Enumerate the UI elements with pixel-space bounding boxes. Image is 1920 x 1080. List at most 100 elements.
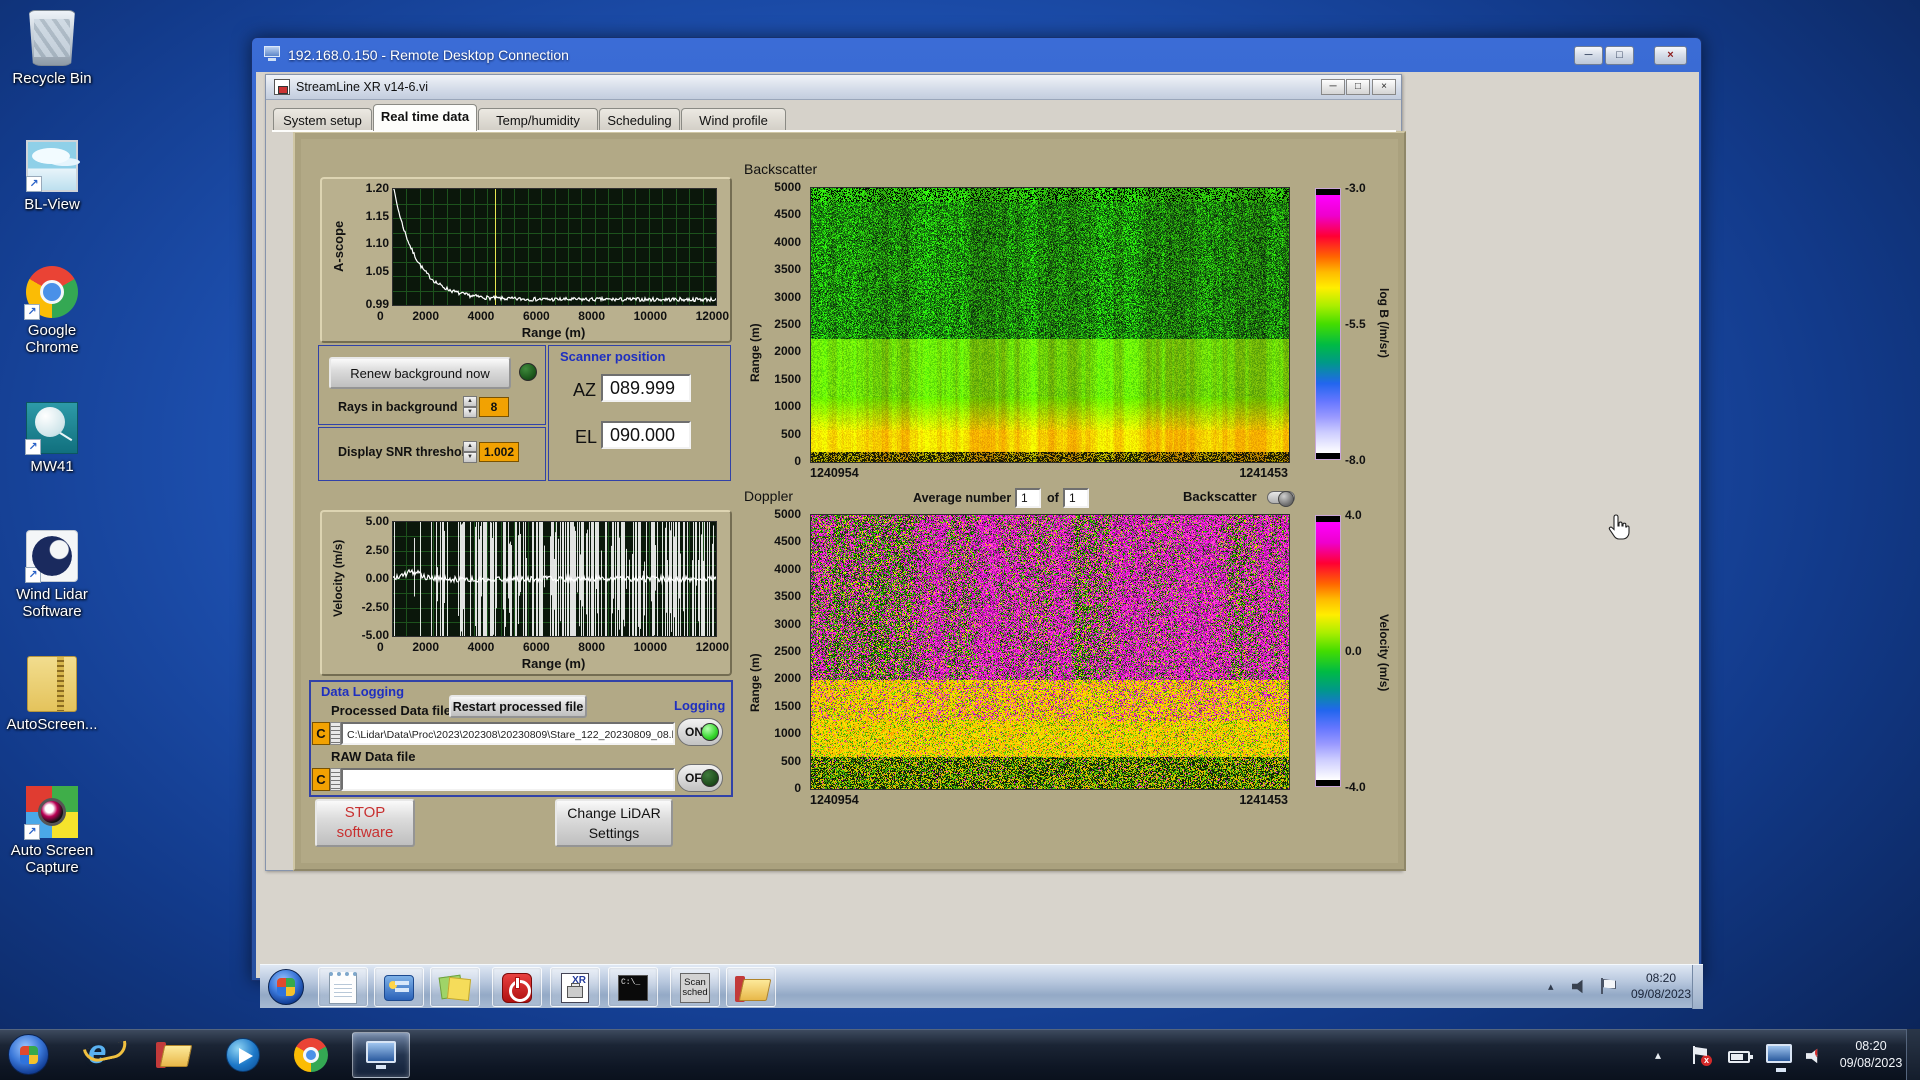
rays-in-background-label: Rays in background <box>338 400 458 414</box>
desktop-icon-wind-lidar[interactable]: ↗ Wind Lidar Software <box>0 530 104 620</box>
spinner-up-icon[interactable]: ▲ <box>463 441 477 452</box>
backscatter-y-axis-label: Range (m) <box>748 323 762 383</box>
taskbar-rdp-button-active[interactable] <box>352 1032 410 1078</box>
doppler-heatmap[interactable] <box>810 514 1290 790</box>
taskbar-media-player-icon[interactable] <box>226 1038 260 1072</box>
backscatter-colorbar-ticks: -3.0 -5.5 -8.0 <box>1345 181 1379 467</box>
rdp-minimize-button[interactable]: ─ <box>1574 46 1603 65</box>
tick-label: 0 <box>377 309 384 323</box>
tab-real-time-data[interactable]: Real time data <box>373 104 477 131</box>
raw-logging-off-switch[interactable]: OFF <box>677 764 723 792</box>
raw-path-field[interactable] <box>341 768 675 791</box>
tick-label: 1500 <box>774 371 801 386</box>
streamline-maximize-button[interactable]: □ <box>1346 79 1370 95</box>
ascope-plot[interactable] <box>392 188 717 306</box>
average-number-value[interactable]: 1 <box>1015 488 1041 508</box>
tab-system-setup[interactable]: System setup <box>273 108 372 131</box>
tray-clock[interactable]: 08:20 09/08/2023 <box>1838 1038 1904 1072</box>
wind-lidar-icon: ↗ <box>25 530 78 583</box>
restart-processed-file-button[interactable]: Restart processed file <box>449 695 587 718</box>
tick-label: 12000 <box>695 309 729 323</box>
remote-task-notepad[interactable] <box>318 967 368 1007</box>
desktop-icon-bl-view[interactable]: ↗ BL-View <box>0 140 104 213</box>
start-button[interactable] <box>8 1034 49 1075</box>
snr-value[interactable]: 1.002 <box>479 442 519 462</box>
remote-task-folder[interactable] <box>726 967 776 1007</box>
doppler-y-axis-label: Range (m) <box>748 653 762 713</box>
notepad-icon <box>329 972 357 1004</box>
desktop-icon-mw41[interactable]: ↗ MW41 <box>0 402 104 475</box>
cmd-icon: C:\_ <box>618 975 648 1001</box>
tick-label: 0 <box>794 780 801 795</box>
tray-expand-icon[interactable]: ▴ <box>1655 1048 1661 1062</box>
tray-battery-icon[interactable] <box>1728 1051 1753 1063</box>
show-desktop-button[interactable] <box>1906 1029 1920 1080</box>
shortcut-arrow-icon: ↗ <box>24 304 40 320</box>
spinner-down-icon[interactable]: ▼ <box>463 407 477 418</box>
processed-logging-on-switch[interactable]: ON <box>677 718 723 746</box>
labview-vi-icon <box>274 79 290 95</box>
spinner-down-icon[interactable]: ▼ <box>463 452 477 463</box>
shortcut-arrow-icon: ↗ <box>25 439 41 455</box>
tray-action-center-icon[interactable]: x <box>1692 1046 1712 1066</box>
streamline-minimize-button[interactable]: ─ <box>1321 79 1345 95</box>
icon-label: BL-View <box>24 196 80 213</box>
stop-software-button[interactable]: STOP software <box>315 799 415 847</box>
rays-spinner[interactable]: ▲ ▼ <box>463 396 477 418</box>
icon-label: Recycle Bin <box>12 70 92 87</box>
remote-task-sticky-notes[interactable] <box>430 967 480 1007</box>
remote-show-desktop-button[interactable] <box>1692 965 1703 1009</box>
remote-start-button[interactable] <box>268 969 304 1005</box>
raw-drive-box[interactable]: C <box>312 768 330 791</box>
tray-network-icon[interactable] <box>1766 1044 1792 1072</box>
desktop-icon-google-chrome[interactable]: ↗ Google Chrome <box>0 266 104 356</box>
processed-browse-icon[interactable] <box>330 722 341 745</box>
streamline-titlebar[interactable]: StreamLine XR v14-6.vi ─ □ × <box>266 75 1401 100</box>
tick-label: -8.0 <box>1345 453 1366 467</box>
remote-tray-action-center-icon[interactable] <box>1600 978 1615 994</box>
ascope-y-ticks: 1.20 1.15 1.10 1.05 0.99 <box>353 181 389 311</box>
power-icon <box>502 973 532 1003</box>
change-lidar-settings-button[interactable]: Change LiDAR Settings <box>555 799 673 847</box>
backscatter-heatmap[interactable] <box>810 187 1290 463</box>
remote-task-control-panel[interactable] <box>374 967 424 1007</box>
processed-drive-box[interactable]: C <box>312 722 330 745</box>
taskbar-internet-explorer-icon[interactable]: e <box>88 1033 106 1071</box>
desktop-icon-auto-screen-capture[interactable]: ↗ Auto Screen Capture <box>0 786 104 876</box>
taskbar-chrome-icon[interactable] <box>294 1038 328 1072</box>
remote-task-scan-scheduler[interactable]: Scan sched <box>670 967 720 1007</box>
icon-label: Google Chrome <box>25 322 79 356</box>
average-total-value[interactable]: 1 <box>1063 488 1089 508</box>
velocity-plot[interactable] <box>392 521 717 637</box>
tab-temp-humidity[interactable]: Temp/humidity <box>478 108 598 131</box>
remote-task-command-prompt[interactable]: C:\_ <box>608 967 658 1007</box>
az-value-field[interactable]: 089.999 <box>601 374 691 402</box>
remote-tray-clock[interactable]: 08:20 09/08/2023 <box>1622 970 1700 1002</box>
tick-label: 2500 <box>774 316 801 331</box>
backscatter-toggle-switch[interactable] <box>1267 491 1295 507</box>
el-value-field[interactable]: 090.000 <box>601 421 691 449</box>
clock-date: 09/08/2023 <box>1839 1056 1903 1070</box>
streamline-close-button[interactable]: × <box>1372 79 1396 95</box>
rays-value[interactable]: 8 <box>479 397 509 417</box>
tab-scheduling[interactable]: Scheduling <box>599 108 680 131</box>
remote-task-streamline-xr[interactable]: XR <box>550 967 600 1007</box>
processed-path-field[interactable]: C:\Lidar\Data\Proc\2023\202308\20230809\… <box>341 722 675 745</box>
remote-task-stop-app[interactable] <box>492 967 542 1007</box>
taskbar-explorer-icon[interactable] <box>156 1042 188 1068</box>
remote-tray-expand-icon[interactable]: ▴ <box>1548 980 1554 993</box>
tick-label: 3000 <box>774 616 801 631</box>
rdp-close-button[interactable]: × <box>1654 46 1687 65</box>
desktop-icon-recycle-bin[interactable]: Recycle Bin <box>0 10 104 87</box>
renew-background-button[interactable]: Renew background now <box>329 357 511 389</box>
tick-label: 4000 <box>467 640 495 654</box>
spinner-up-icon[interactable]: ▲ <box>463 396 477 407</box>
tab-wind-profile[interactable]: Wind profile <box>681 108 786 131</box>
rdp-maximize-button[interactable]: □ <box>1605 46 1634 65</box>
remote-tray-speaker-icon[interactable] <box>1572 979 1583 994</box>
snr-spinner[interactable]: ▲ ▼ <box>463 441 477 463</box>
rdp-titlebar[interactable]: 192.168.0.150 - Remote Desktop Connectio… <box>252 38 1701 72</box>
tick-label: 3000 <box>774 289 801 304</box>
desktop-icon-autoscreen-zip[interactable]: AutoScreen... <box>0 656 104 733</box>
raw-browse-icon[interactable] <box>330 768 341 791</box>
